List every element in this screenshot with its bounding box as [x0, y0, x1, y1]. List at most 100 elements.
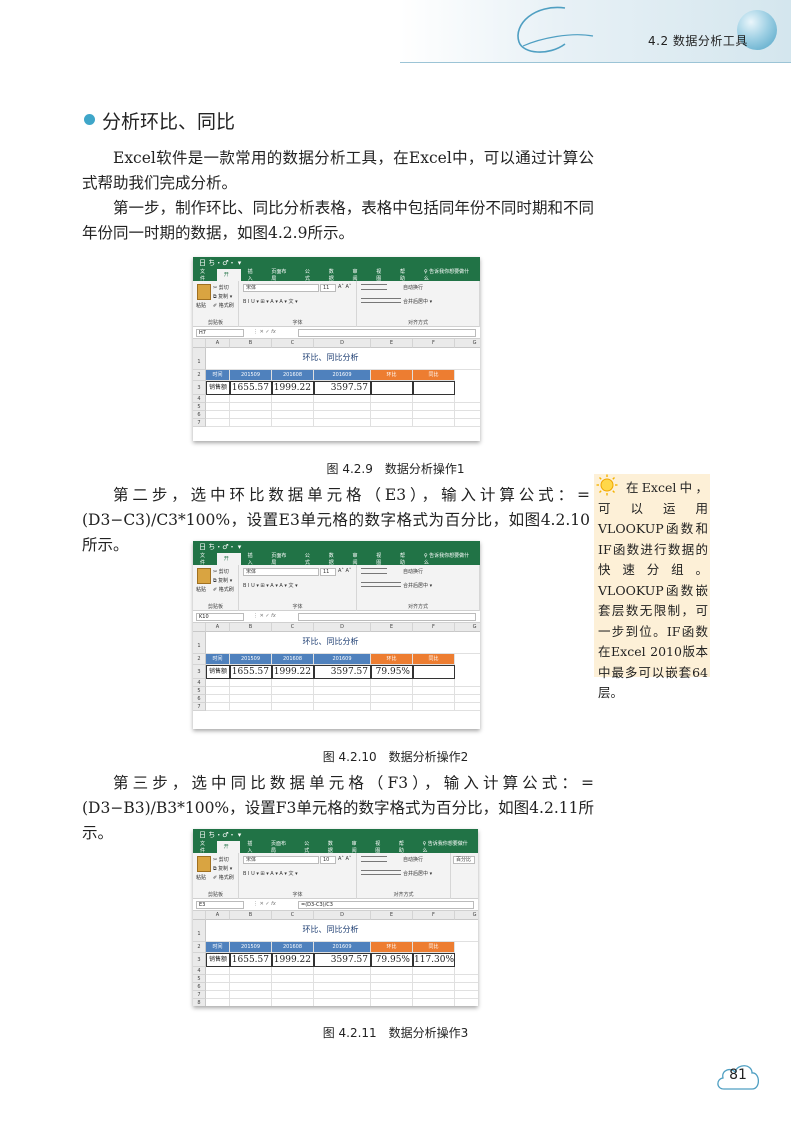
column-header[interactable]: D: [314, 339, 371, 348]
empty-cell[interactable]: [272, 999, 314, 1006]
empty-cell[interactable]: [314, 411, 371, 419]
value-cell[interactable]: 1655.57: [230, 381, 272, 395]
empty-cell[interactable]: [455, 687, 480, 695]
empty-cell[interactable]: [371, 703, 413, 711]
header-cell[interactable]: 环比: [371, 370, 413, 381]
yoy-cell-f3[interactable]: [413, 381, 455, 395]
empty-cell[interactable]: [314, 967, 371, 975]
empty-cell[interactable]: [455, 991, 478, 999]
value-cell[interactable]: 3597.57: [314, 665, 371, 679]
empty-cell[interactable]: [314, 395, 371, 403]
font-grow-shrink-buttons[interactable]: A˄ A˅: [338, 568, 351, 574]
font-name-select[interactable]: 宋体: [243, 856, 319, 864]
ribbon-tab[interactable]: 开始: [216, 269, 241, 290]
empty-cell[interactable]: [371, 419, 413, 427]
ribbon-tab[interactable]: 视图: [369, 268, 393, 282]
empty-cell[interactable]: [314, 703, 371, 711]
empty-cell[interactable]: [413, 999, 455, 1006]
empty-cell[interactable]: [206, 695, 230, 703]
column-header[interactable]: B: [230, 911, 272, 920]
empty-cell[interactable]: [206, 999, 230, 1006]
row-header[interactable]: 1: [193, 632, 206, 654]
empty-cell[interactable]: [314, 419, 371, 427]
font-grow-shrink-buttons[interactable]: A˄ A˅: [338, 856, 351, 862]
row-header[interactable]: 7: [193, 991, 206, 999]
ribbon-tab[interactable]: 数据: [322, 552, 346, 566]
header-cell[interactable]: 201609: [314, 370, 371, 381]
empty-cell[interactable]: [272, 395, 314, 403]
column-header[interactable]: F: [413, 623, 455, 632]
row-header[interactable]: 6: [193, 695, 206, 703]
empty-cell[interactable]: [206, 991, 230, 999]
header-cell[interactable]: 同比: [413, 370, 455, 381]
empty-cell[interactable]: [455, 411, 480, 419]
formula-input[interactable]: =(D3-C3)/C3: [298, 901, 474, 909]
align-top-icon[interactable]: [361, 284, 387, 290]
header-cell[interactable]: 同比: [413, 942, 455, 953]
empty-cell[interactable]: [455, 703, 480, 711]
empty-cell[interactable]: [314, 687, 371, 695]
header-cell[interactable]: 时间: [206, 654, 230, 665]
select-all-corner[interactable]: [193, 623, 206, 632]
column-header[interactable]: C: [272, 623, 314, 632]
header-cell[interactable]: 201609: [314, 942, 371, 953]
empty-cell[interactable]: [272, 703, 314, 711]
format-painter-button[interactable]: ✐ 格式刷: [213, 586, 234, 593]
ribbon-tab[interactable]: 公式: [298, 268, 322, 282]
column-header[interactable]: E: [371, 339, 413, 348]
column-header[interactable]: A: [206, 339, 230, 348]
sales-label-cell[interactable]: 销售额: [206, 665, 230, 679]
empty-cell[interactable]: [272, 975, 314, 983]
row-header[interactable]: 2: [193, 942, 206, 953]
empty-cell[interactable]: [314, 999, 371, 1006]
empty-cell[interactable]: [455, 403, 480, 411]
empty-cell[interactable]: [230, 395, 272, 403]
empty-cell[interactable]: [371, 999, 413, 1006]
empty-cell[interactable]: [314, 975, 371, 983]
empty-cell[interactable]: [230, 703, 272, 711]
name-box[interactable]: E3: [196, 901, 244, 909]
empty-cell[interactable]: [206, 419, 230, 427]
empty-cell[interactable]: [206, 967, 230, 975]
column-header[interactable]: B: [230, 339, 272, 348]
number-format-select[interactable]: 百分比: [453, 856, 475, 864]
ribbon-tab[interactable]: ♀ 告诉我你想要做什么: [417, 552, 480, 566]
empty-cell[interactable]: [272, 695, 314, 703]
yoy-cell-f3[interactable]: [413, 665, 455, 679]
sales-label-cell[interactable]: 销售额: [206, 381, 230, 395]
row-header[interactable]: 3: [193, 665, 206, 679]
ribbon-tab[interactable]: 审阅: [345, 840, 369, 854]
empty-cell[interactable]: [455, 983, 478, 991]
ribbon-tab[interactable]: 插入: [241, 268, 265, 282]
ribbon-tab[interactable]: 帮助: [392, 840, 416, 854]
format-painter-button[interactable]: ✐ 格式刷: [213, 874, 234, 881]
mom-cell-e3[interactable]: 79.95%: [371, 953, 413, 967]
ribbon-tab[interactable]: 开始: [216, 553, 241, 574]
empty-cell[interactable]: [371, 403, 413, 411]
wrap-text-button[interactable]: 自动换行: [403, 856, 423, 863]
value-cell[interactable]: 3597.57: [314, 953, 371, 967]
font-size-select[interactable]: 10: [320, 856, 336, 864]
ribbon-tab[interactable]: 文件: [193, 552, 217, 566]
empty-cell[interactable]: [206, 687, 230, 695]
column-header[interactable]: D: [314, 623, 371, 632]
cut-button[interactable]: ✂ 剪切: [213, 856, 229, 863]
empty-cell[interactable]: [413, 679, 455, 687]
row-header[interactable]: 6: [193, 983, 206, 991]
row-header[interactable]: 3: [193, 381, 206, 395]
name-box[interactable]: H7: [196, 329, 244, 337]
value-cell[interactable]: 1999.22: [272, 953, 314, 967]
empty-cell[interactable]: [455, 967, 478, 975]
empty-cell[interactable]: [230, 975, 272, 983]
empty-cell[interactable]: [455, 679, 480, 687]
merge-center-button[interactable]: 合并后居中 ▾: [403, 582, 432, 589]
align-center-icon[interactable]: [361, 582, 401, 587]
quick-access-icons[interactable]: 日 ち・♂・ ▾: [199, 831, 241, 839]
empty-cell[interactable]: [272, 991, 314, 999]
row-header[interactable]: 3: [193, 953, 206, 967]
empty-cell[interactable]: [371, 975, 413, 983]
column-header[interactable]: A: [206, 911, 230, 920]
row-header[interactable]: 7: [193, 703, 206, 711]
empty-cell[interactable]: [272, 687, 314, 695]
empty-cell[interactable]: [206, 411, 230, 419]
